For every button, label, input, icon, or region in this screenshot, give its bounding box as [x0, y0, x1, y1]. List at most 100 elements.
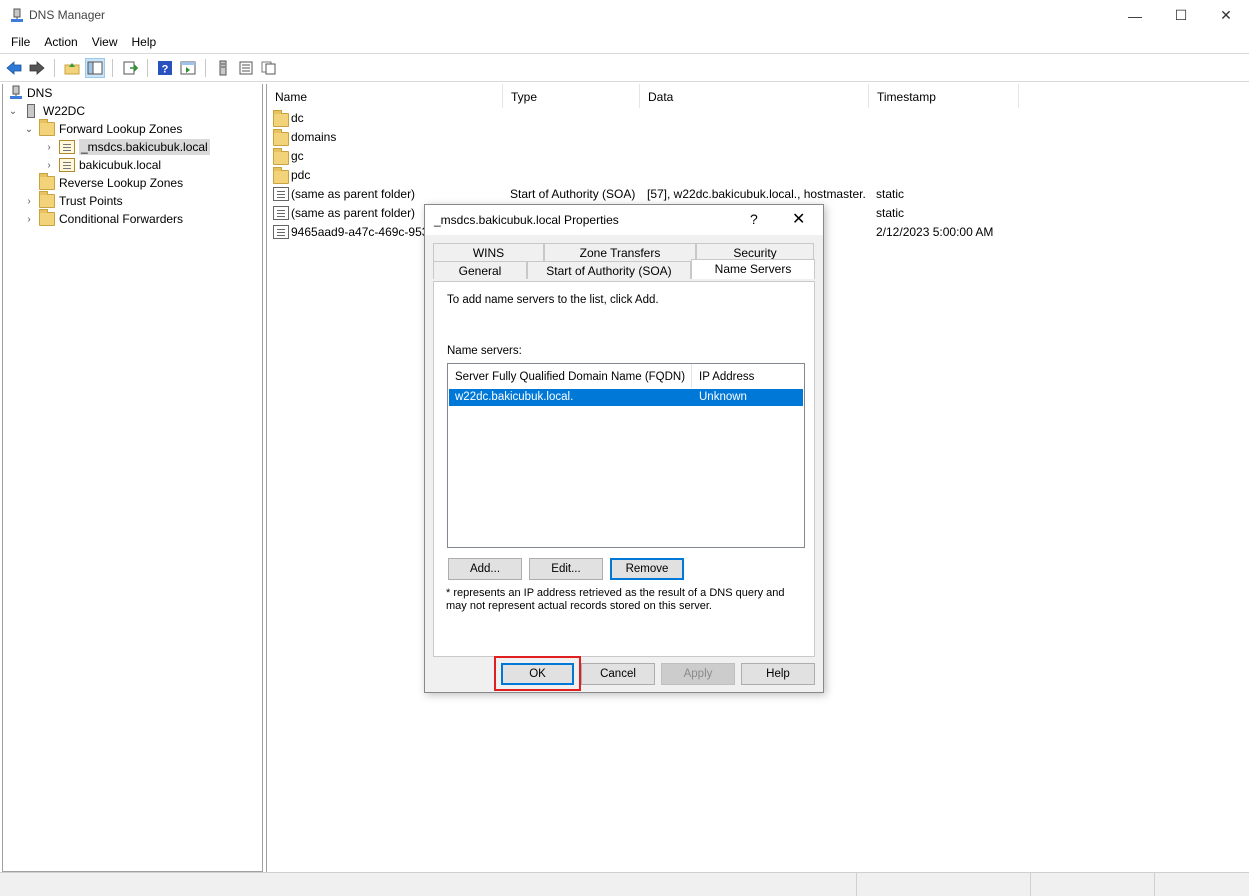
cell-data: [57], w22dc.bakicubuk.local., hostmaster…: [647, 187, 866, 201]
table-row[interactable]: pdc: [271, 166, 1241, 185]
menu-help[interactable]: Help: [125, 31, 164, 53]
zone-icon: [59, 158, 75, 172]
edit-button[interactable]: Edit...: [529, 558, 603, 580]
name-servers-label: Name servers:: [447, 345, 522, 357]
minimize-button[interactable]: —: [1112, 0, 1158, 31]
remove-button[interactable]: Remove: [610, 558, 684, 580]
folder-icon: [273, 129, 289, 146]
ok-button-highlight: [494, 656, 581, 691]
svg-text:?: ?: [162, 63, 169, 75]
chevron-right-icon[interactable]: ›: [23, 214, 35, 225]
up-folder-icon[interactable]: [62, 58, 82, 78]
cell-timestamp: static: [876, 187, 905, 201]
table-row[interactable]: domains: [271, 128, 1241, 147]
chevron-right-icon[interactable]: ›: [43, 142, 55, 153]
forward-icon[interactable]: [27, 58, 47, 78]
status-divider: [1030, 873, 1031, 896]
record-icon: [273, 206, 289, 220]
tab-wins[interactable]: WINS: [433, 243, 544, 261]
tab-start-of-authority[interactable]: Start of Authority (SOA): [527, 261, 691, 279]
close-button[interactable]: ✕: [1203, 0, 1249, 31]
zone-list-icon[interactable]: [236, 58, 256, 78]
cell-name: pdc: [291, 168, 311, 182]
dialog-help-button[interactable]: ?: [750, 211, 758, 227]
chevron-down-icon[interactable]: ⌄: [7, 106, 19, 117]
tree-item-dns[interactable]: DNS: [9, 84, 52, 102]
tree-item-zone-local[interactable]: › bakicubuk.local: [43, 156, 161, 174]
ns-ip: Unknown: [699, 391, 747, 403]
folder-icon: [273, 110, 289, 127]
record-icon: [273, 187, 289, 201]
cancel-button[interactable]: Cancel: [581, 663, 655, 685]
table-row[interactable]: (same as parent folder) Start of Authori…: [271, 185, 1241, 204]
tree-item-trust-points[interactable]: › Trust Points: [23, 191, 123, 210]
column-header-ip-address[interactable]: IP Address: [692, 364, 804, 388]
cell-timestamp: static: [876, 206, 905, 220]
apply-button[interactable]: Apply: [661, 663, 735, 685]
tree-label: Trust Points: [59, 194, 123, 208]
status-divider: [856, 873, 857, 896]
action-pane-icon[interactable]: [178, 58, 198, 78]
menu-view[interactable]: View: [85, 31, 125, 53]
title-bar: DNS Manager — ☐ ✕: [0, 0, 1249, 31]
column-header-type[interactable]: Type: [503, 84, 640, 108]
dns-manager-icon: [11, 8, 23, 22]
tab-general[interactable]: General: [433, 261, 527, 279]
copy-icon[interactable]: [259, 58, 279, 78]
tree-item-forward-lookup-zones[interactable]: ⌄ Forward Lookup Zones: [23, 119, 182, 138]
chevron-right-icon[interactable]: ›: [43, 160, 55, 171]
cell-type: Start of Authority (SOA): [510, 187, 636, 201]
record-icon: [273, 225, 289, 239]
tab-name-servers[interactable]: Name Servers: [691, 259, 815, 279]
tree-item-server[interactable]: ⌄ W22DC: [7, 102, 85, 120]
column-header-data[interactable]: Data: [640, 84, 869, 108]
name-servers-list[interactable]: Server Fully Qualified Domain Name (FQDN…: [447, 363, 805, 548]
toolbar: ?: [0, 53, 1249, 82]
tree-label: _msdcs.bakicubuk.local: [79, 139, 210, 155]
column-header-fqdn[interactable]: Server Fully Qualified Domain Name (FQDN…: [448, 364, 692, 388]
tree-item-reverse-lookup-zones[interactable]: Reverse Lookup Zones: [23, 173, 184, 192]
footnote-text: * represents an IP address retrieved as …: [446, 587, 785, 612]
chevron-down-icon[interactable]: ⌄: [23, 124, 35, 135]
list-item[interactable]: w22dc.bakicubuk.local. Unknown: [449, 389, 803, 406]
tree-item-conditional-forwarders[interactable]: › Conditional Forwarders: [23, 209, 183, 228]
toolbar-separator: [147, 58, 148, 77]
folder-icon: [39, 119, 55, 136]
dns-icon: [10, 85, 22, 99]
server-icon: [27, 104, 35, 118]
cell-name: domains: [291, 130, 337, 144]
dialog-close-button[interactable]: ✕: [792, 209, 805, 229]
ns-list-header: Server Fully Qualified Domain Name (FQDN…: [448, 364, 804, 388]
dialog-title: _msdcs.bakicubuk.local Properties: [434, 213, 619, 227]
chevron-right-icon[interactable]: ›: [23, 196, 35, 207]
help-icon[interactable]: ?: [155, 58, 175, 78]
toolbar-separator: [205, 58, 206, 77]
cell-name: dc: [291, 111, 304, 125]
column-header-name[interactable]: Name: [267, 84, 503, 108]
tree-label: W22DC: [43, 104, 86, 118]
status-bar: [0, 872, 1249, 896]
export-list-icon[interactable]: [120, 58, 140, 78]
tree-label: DNS: [27, 86, 53, 100]
folder-icon: [39, 209, 55, 226]
back-icon[interactable]: [4, 58, 24, 78]
server-icon[interactable]: [213, 58, 233, 78]
add-button[interactable]: Add...: [448, 558, 522, 580]
cell-name: gc: [291, 149, 304, 163]
instruction-text: To add name servers to the list, click A…: [447, 294, 659, 306]
menu-file[interactable]: File: [4, 31, 37, 53]
help-button[interactable]: Help: [741, 663, 815, 685]
menu-bar: File Action View Help: [0, 31, 1249, 53]
column-header-timestamp[interactable]: Timestamp: [869, 84, 1019, 108]
maximize-button[interactable]: ☐: [1158, 0, 1204, 31]
menu-action[interactable]: Action: [37, 31, 84, 53]
name-servers-panel: To add name servers to the list, click A…: [433, 281, 815, 657]
tab-zone-transfers[interactable]: Zone Transfers: [544, 243, 696, 261]
cell-timestamp: 2/12/2023 5:00:00 AM: [876, 225, 994, 239]
tree-label: Reverse Lookup Zones: [59, 176, 184, 190]
table-row[interactable]: dc: [271, 109, 1241, 128]
dialog-title-bar: _msdcs.bakicubuk.local Properties ? ✕: [425, 205, 823, 235]
show-hide-tree-icon[interactable]: [85, 57, 105, 78]
table-row[interactable]: gc: [271, 147, 1241, 166]
tree-item-zone-msdcs[interactable]: › _msdcs.bakicubuk.local: [43, 138, 210, 156]
